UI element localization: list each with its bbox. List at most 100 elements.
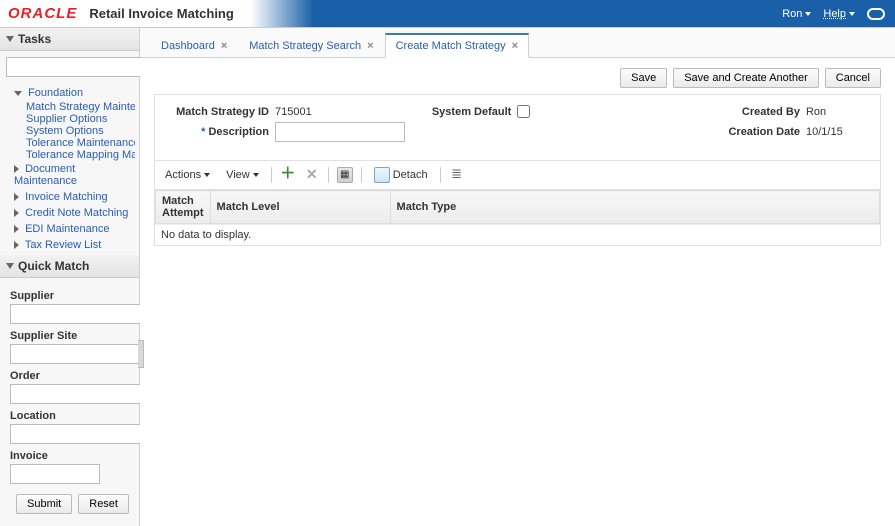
chevron-down-icon <box>805 12 811 16</box>
disclose-icon <box>6 263 14 269</box>
task-tree: Foundation Match Strategy Maintenance Su… <box>0 83 139 255</box>
close-icon[interactable]: × <box>367 40 373 52</box>
chevron-down-icon <box>204 173 210 177</box>
tab-match-strategy-search[interactable]: Match Strategy Search × <box>238 33 384 58</box>
chevron-down-icon <box>253 173 259 177</box>
tree-node-edi[interactable]: EDI Maintenance <box>4 221 135 237</box>
close-icon[interactable]: × <box>512 40 518 52</box>
wrap-icon[interactable]: ≣ <box>449 167 465 183</box>
tab-label: Create Match Strategy <box>396 40 506 52</box>
global-header: ORACLE Retail Invoice Matching Ron Help <box>0 0 895 28</box>
delete-icon[interactable]: ✕ <box>304 167 320 183</box>
help-menu[interactable]: Help <box>823 8 855 20</box>
sidebar-collapse-handle[interactable] <box>138 340 144 368</box>
invoice-input[interactable] <box>10 464 100 484</box>
grid-empty-message: No data to display. <box>155 224 880 245</box>
oracle-logo: ORACLE <box>0 5 85 22</box>
order-label: Order <box>10 370 129 382</box>
chevron-down-icon <box>849 12 855 16</box>
expander-closed-icon <box>14 225 19 233</box>
created-by-value: Ron <box>806 106 866 118</box>
tasks-title: Tasks <box>18 32 51 46</box>
view-label: View <box>226 169 250 181</box>
save-button[interactable]: Save <box>620 68 667 88</box>
tree-label: Document Maintenance <box>14 163 77 187</box>
user-label: Ron <box>782 8 802 20</box>
save-create-another-button[interactable]: Save and Create Another <box>673 68 819 88</box>
detach-label: Detach <box>393 169 428 181</box>
created-by-label: Created By <box>700 106 800 118</box>
separator <box>440 167 441 183</box>
sidebar: Tasks 🔍 Foundation Match Strategy Mainte… <box>0 28 140 526</box>
grid-toolbar: Actions View ＋ ✕ ▦ Detach ≣ <box>154 161 881 190</box>
col-match-attempt[interactable]: Match Attempt <box>156 191 211 224</box>
tree-label: Foundation <box>28 87 83 99</box>
tree-child-tolerance-maint[interactable]: Tolerance Maintenance <box>4 137 135 149</box>
detach-button[interactable]: Detach <box>370 165 432 185</box>
system-default-checkbox[interactable] <box>517 105 530 118</box>
expander-open-icon <box>14 91 22 96</box>
expander-closed-icon <box>14 209 19 217</box>
tree-child-system-options[interactable]: System Options <box>4 125 135 137</box>
separator <box>328 167 329 183</box>
col-match-level[interactable]: Match Level <box>210 191 390 224</box>
expander-closed-icon <box>14 165 19 173</box>
quick-match-body: Supplier Supplier Site Order Location In… <box>0 278 139 520</box>
tree-node-document[interactable]: Document Maintenance <box>4 161 135 189</box>
creation-date-label: Creation Date <box>700 126 800 138</box>
match-strategy-id-value: 715001 <box>275 106 335 118</box>
tree-label: Tax Review List <box>25 239 101 251</box>
tree-label: Invoice Matching <box>25 191 108 203</box>
main-region: Dashboard × Match Strategy Search × Crea… <box>140 28 895 526</box>
help-label: Help <box>823 8 846 20</box>
tree-child-tolerance-mapping[interactable]: Tolerance Mapping Maintena <box>4 149 135 161</box>
system-default-label: System Default <box>411 106 511 118</box>
grid-header-row: Match Attempt Match Level Match Type <box>156 191 880 224</box>
cancel-button[interactable]: Cancel <box>825 68 881 88</box>
submit-button[interactable]: Submit <box>16 494 72 514</box>
tree-child-supplier-options[interactable]: Supplier Options <box>4 113 135 125</box>
supplier-site-label: Supplier Site <box>10 330 129 342</box>
app-title: Retail Invoice Matching <box>89 6 233 21</box>
tab-bar: Dashboard × Match Strategy Search × Crea… <box>140 28 895 58</box>
supplier-label: Supplier <box>10 290 129 302</box>
form-region: Match Strategy ID 715001 System Default … <box>154 94 881 161</box>
detach-icon <box>374 167 390 183</box>
add-icon[interactable]: ＋ <box>280 167 296 183</box>
location-label: Location <box>10 410 129 422</box>
expander-closed-icon <box>14 193 19 201</box>
tree-node-invoice-matching[interactable]: Invoice Matching <box>4 189 135 205</box>
tree-label: EDI Maintenance <box>25 223 109 235</box>
disclose-icon <box>6 36 14 42</box>
separator <box>361 167 362 183</box>
view-menu[interactable]: View <box>222 167 263 183</box>
close-icon[interactable]: × <box>221 40 227 52</box>
edit-icon[interactable]: ▦ <box>337 167 353 183</box>
tree-label: Credit Note Matching <box>25 207 128 219</box>
tree-node-foundation[interactable]: Foundation <box>4 85 135 101</box>
reset-button[interactable]: Reset <box>78 494 129 514</box>
tasks-panel-header[interactable]: Tasks <box>0 28 139 51</box>
quick-match-header[interactable]: Quick Match <box>0 255 139 278</box>
tab-create-match-strategy[interactable]: Create Match Strategy × <box>385 33 530 58</box>
quick-match-title: Quick Match <box>18 259 89 273</box>
tree-child-match-strategy[interactable]: Match Strategy Maintenance <box>4 101 135 113</box>
description-label: * Description <box>169 126 269 138</box>
tab-label: Dashboard <box>161 40 215 52</box>
match-strategy-id-label: Match Strategy ID <box>169 106 269 118</box>
col-match-type[interactable]: Match Type <box>390 191 879 224</box>
match-attempts-grid: Match Attempt Match Level Match Type No … <box>154 190 881 246</box>
tree-node-credit-note[interactable]: Credit Note Matching <box>4 205 135 221</box>
page-actions: Save Save and Create Another Cancel <box>154 68 881 88</box>
description-input[interactable] <box>275 122 405 142</box>
global-menu: Ron Help <box>772 8 895 20</box>
creation-date-value: 10/1/15 <box>806 126 866 138</box>
tree-node-tax-review[interactable]: Tax Review List <box>4 237 135 253</box>
tab-dashboard[interactable]: Dashboard × <box>150 33 238 58</box>
separator <box>271 167 272 183</box>
invoice-label: Invoice <box>10 450 129 462</box>
tab-label: Match Strategy Search <box>249 40 361 52</box>
actions-menu[interactable]: Actions <box>161 167 214 183</box>
user-menu[interactable]: Ron <box>782 8 811 20</box>
task-search-row: 🔍 <box>0 51 139 83</box>
